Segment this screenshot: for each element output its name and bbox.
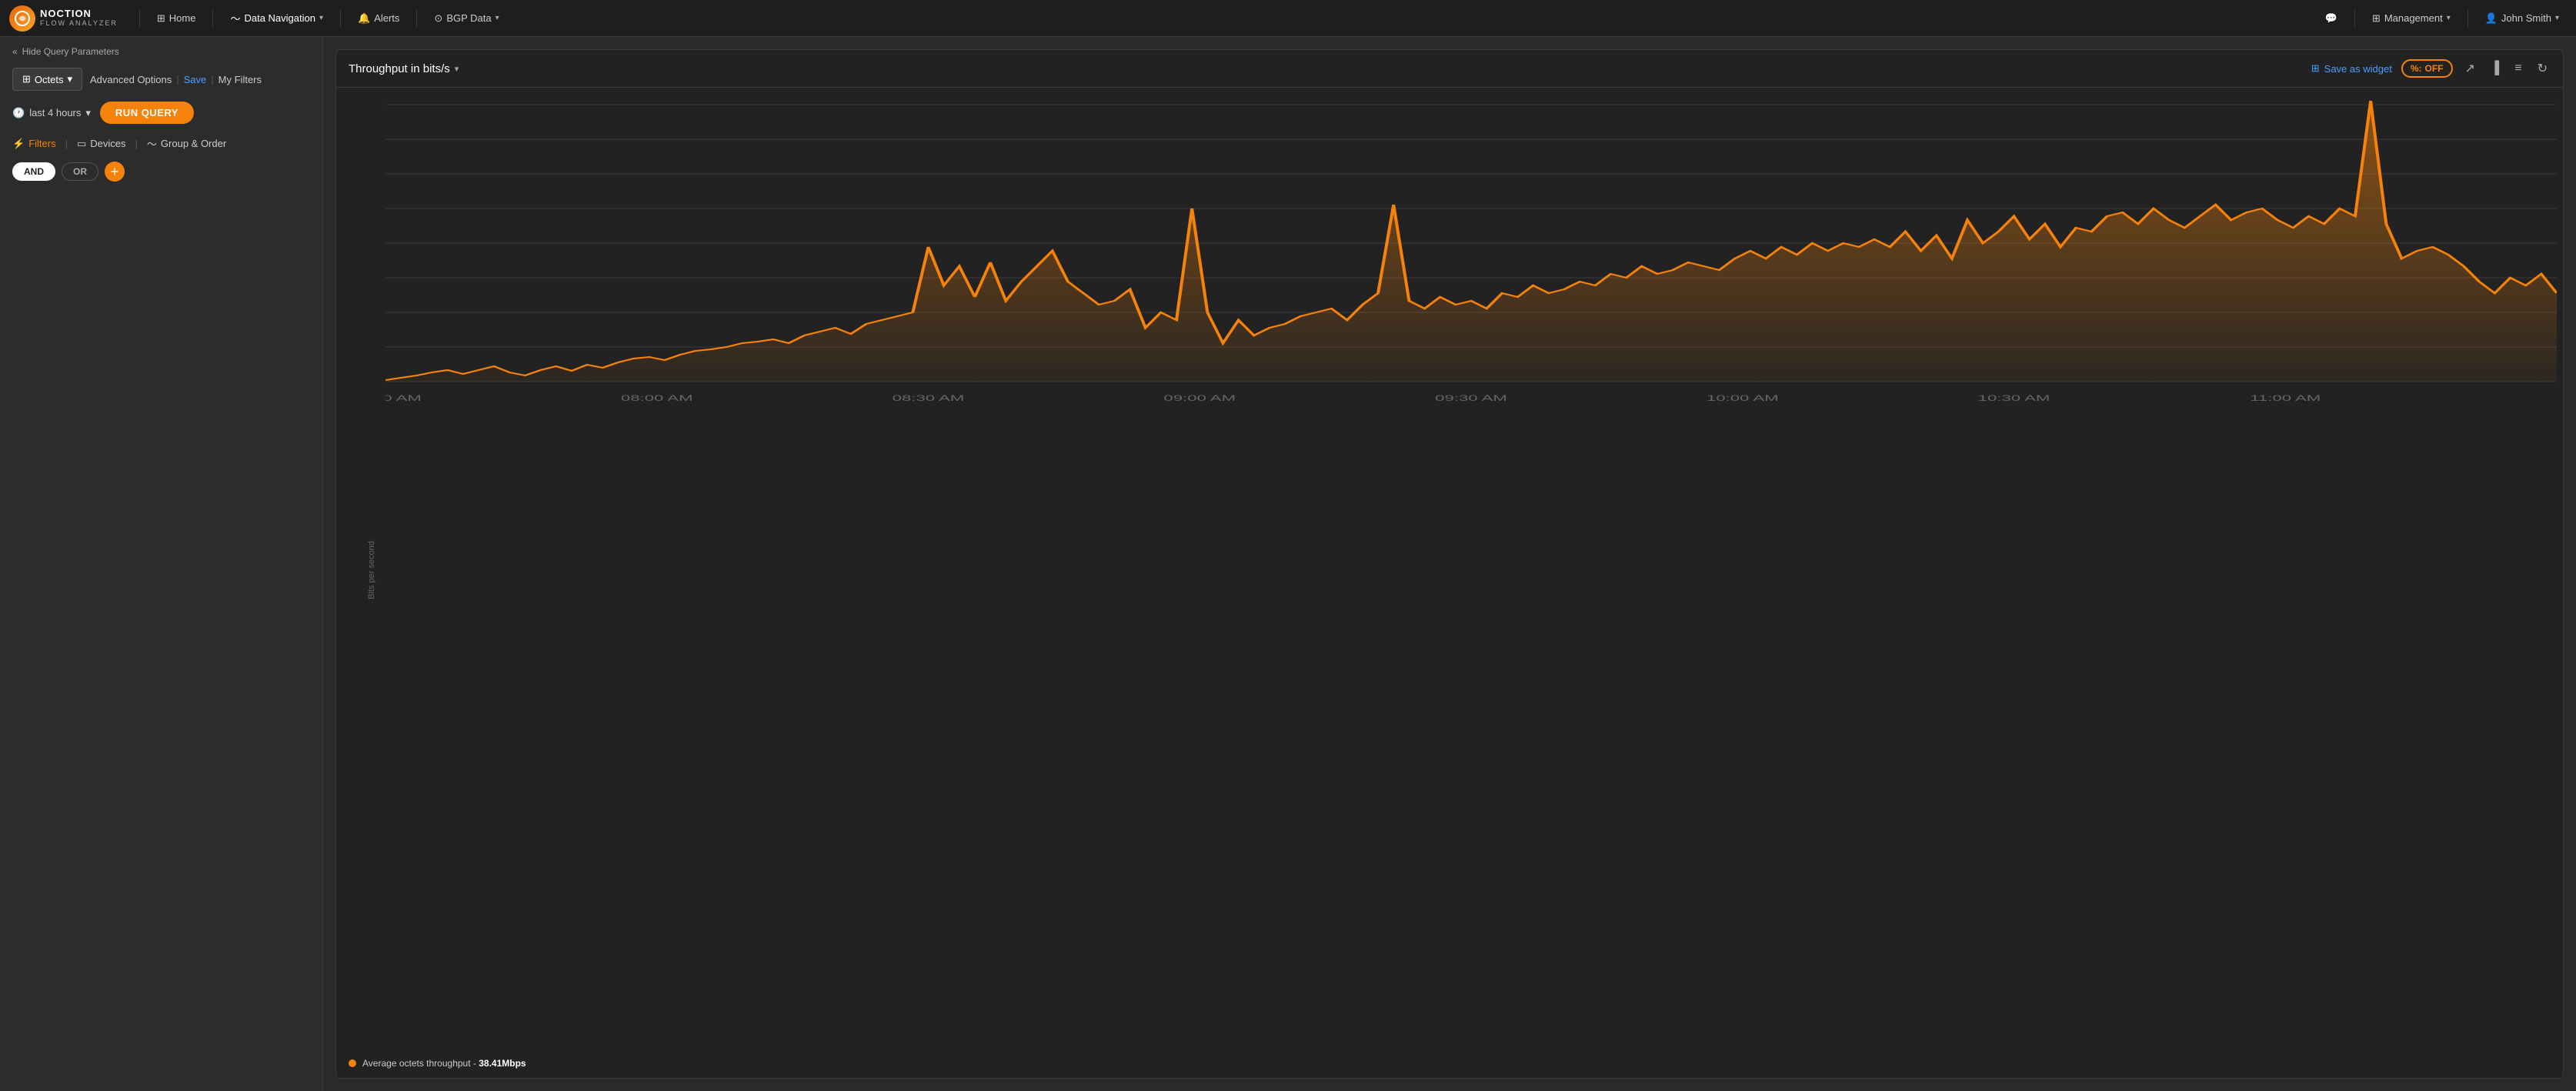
- filter-tabs: ⚡ Filters | ▭ Devices | 〜 Group & Order: [12, 136, 310, 151]
- my-filters-link[interactable]: My Filters: [219, 74, 262, 85]
- logo-icon: [9, 5, 35, 32]
- svg-text:10:00 AM: 10:00 AM: [1707, 393, 1779, 403]
- svg-text:09:30 AM: 09:30 AM: [1435, 393, 1507, 403]
- svg-text:11:00 AM: 11:00 AM: [2250, 393, 2321, 403]
- percentage-toggle[interactable]: %: OFF: [2401, 59, 2453, 78]
- group-order-tab[interactable]: 〜 Group & Order: [147, 136, 226, 151]
- topnav-right: 💬 ⊞ Management ▾ 👤 John Smith ▾: [2317, 9, 2567, 28]
- external-link-icon[interactable]: ↗: [2462, 59, 2478, 78]
- bell-icon: 🔔: [358, 12, 370, 25]
- and-button[interactable]: AND: [12, 162, 55, 181]
- chevron-down-icon-user: ▾: [2555, 14, 2559, 22]
- refresh-icon[interactable]: ↻: [2534, 59, 2551, 78]
- sidebar: « Hide Query Parameters ⊞ Octets ▾ Advan…: [0, 37, 323, 1091]
- nav-divider-3: [340, 9, 341, 28]
- chevron-left-icon: «: [12, 46, 18, 57]
- octets-button[interactable]: ⊞ Octets ▾: [12, 68, 82, 91]
- svg-text:07:30 AM: 07:30 AM: [385, 393, 422, 403]
- legend-dot: [349, 1059, 356, 1067]
- chart-header: Throughput in bits/s ▾ ⊞ Save as widget …: [336, 50, 2563, 88]
- home-icon: ⊞: [157, 12, 165, 25]
- query-links: Advanced Options | Save | My Filters: [90, 74, 262, 85]
- nav-divider-1: [139, 9, 140, 28]
- hide-query-params[interactable]: « Hide Query Parameters: [12, 46, 310, 57]
- nav-data-navigation[interactable]: 〜 Data Navigation ▾: [222, 8, 331, 28]
- save-link[interactable]: Save: [184, 74, 207, 85]
- nav-divider-4: [416, 9, 417, 28]
- management-icon: ⊞: [2372, 12, 2381, 25]
- time-row: 🕐 last 4 hours ▾ RUN QUERY: [12, 102, 310, 124]
- chevron-down-icon-mgmt: ▾: [2447, 14, 2451, 22]
- nav-divider-5: [2354, 9, 2355, 28]
- bgp-icon: ⊙: [434, 12, 442, 25]
- svg-text:09:00 AM: 09:00 AM: [1163, 393, 1236, 403]
- nav-user[interactable]: 👤 John Smith ▾: [2478, 9, 2567, 28]
- chart-svg-area: 0 25M 50M 75M 100M 125M 150M 175M 225M 0…: [385, 97, 2557, 1046]
- svg-text:08:00 AM: 08:00 AM: [621, 393, 693, 403]
- chart-area: Throughput in bits/s ▾ ⊞ Save as widget …: [323, 37, 2576, 1091]
- menu-icon[interactable]: ≡: [2511, 60, 2524, 77]
- logic-row: AND OR +: [12, 162, 310, 182]
- grid-icon: ⊞: [22, 73, 31, 85]
- nav-divider-2: [212, 9, 213, 28]
- devices-tab[interactable]: ▭ Devices: [77, 138, 126, 150]
- chart-actions: ⊞ Save as widget %: OFF ↗ ▐ ≡ ↻: [2311, 59, 2551, 78]
- user-icon: 👤: [2485, 12, 2498, 25]
- brand-name: NOCTION: [40, 8, 118, 19]
- clock-icon: 🕐: [12, 107, 25, 119]
- y-axis-label: Bits per second: [367, 541, 376, 599]
- top-navigation: NOCTION FLOW ANALYZER ⊞ Home 〜 Data Navi…: [0, 0, 2576, 37]
- bar-chart-icon[interactable]: ▐: [2488, 60, 2502, 77]
- devices-icon: ▭: [77, 138, 86, 150]
- chart-icon: 〜: [230, 11, 240, 25]
- chevron-down-icon-bgp: ▾: [496, 14, 499, 22]
- main-layout: « Hide Query Parameters ⊞ Octets ▾ Advan…: [0, 37, 2576, 1091]
- run-query-button[interactable]: RUN QUERY: [100, 102, 194, 124]
- filters-tab[interactable]: ⚡ Filters: [12, 138, 56, 150]
- nav-alerts[interactable]: 🔔 Alerts: [350, 9, 407, 28]
- query-bar: ⊞ Octets ▾ Advanced Options | Save | My …: [12, 68, 310, 91]
- chart-footer: Average octets throughput - 38.41Mbps: [336, 1052, 2563, 1078]
- filter-icon: ⚡: [12, 138, 25, 150]
- legend-text: Average octets throughput - 38.41Mbps: [362, 1058, 526, 1069]
- chat-icon: 💬: [2325, 12, 2337, 25]
- chevron-down-icon-chart: ▾: [455, 64, 459, 74]
- chevron-down-icon-octets: ▾: [67, 73, 72, 85]
- chevron-down-icon-time: ▾: [85, 107, 91, 119]
- chart-container: Throughput in bits/s ▾ ⊞ Save as widget …: [335, 49, 2564, 1079]
- logo: NOCTION FLOW ANALYZER: [9, 5, 118, 32]
- or-button[interactable]: OR: [62, 162, 98, 181]
- nav-management[interactable]: ⊞ Management ▾: [2364, 9, 2458, 28]
- add-filter-button[interactable]: +: [105, 162, 125, 182]
- nav-home[interactable]: ⊞ Home: [149, 9, 204, 28]
- chart-line-icon: 〜: [147, 136, 157, 151]
- svg-text:08:30 AM: 08:30 AM: [893, 393, 965, 403]
- time-range-button[interactable]: 🕐 last 4 hours ▾: [12, 107, 91, 119]
- chart-title[interactable]: Throughput in bits/s ▾: [349, 62, 459, 75]
- throughput-chart: 0 25M 50M 75M 100M 125M 150M 175M 225M 0…: [385, 97, 2557, 420]
- chevron-down-icon: ▾: [319, 14, 323, 22]
- save-as-widget-button[interactable]: ⊞ Save as widget: [2311, 62, 2392, 75]
- brand-sub: FLOW ANALYZER: [40, 20, 118, 28]
- advanced-options-link[interactable]: Advanced Options: [90, 74, 172, 85]
- nav-chat[interactable]: 💬: [2317, 9, 2345, 28]
- chart-body: Bits per second: [336, 88, 2563, 1052]
- svg-text:10:30 AM: 10:30 AM: [1978, 393, 2050, 403]
- nav-bgp-data[interactable]: ⊙ BGP Data ▾: [426, 9, 506, 28]
- widget-icon: ⊞: [2311, 62, 2320, 75]
